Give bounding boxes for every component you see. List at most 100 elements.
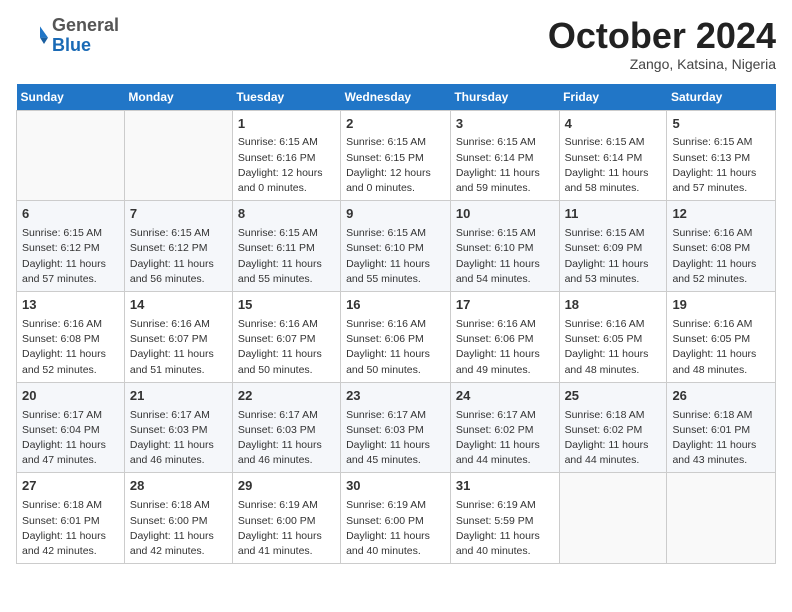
col-wednesday: Wednesday [341,84,451,111]
calendar-week-row: 20 Sunrise: 6:17 AMSunset: 6:04 PMDayligh… [17,382,776,473]
day-info: Sunrise: 6:17 AMSunset: 6:03 PMDaylight:… [130,408,227,469]
day-info: Sunrise: 6:16 AMSunset: 6:05 PMDaylight:… [672,317,770,378]
day-number: 20 [22,387,119,406]
page-header: General Blue October 2024 Zango, Katsina… [16,16,776,72]
day-number: 28 [130,477,227,496]
day-number: 18 [565,296,662,315]
day-info: Sunrise: 6:15 AMSunset: 6:14 PMDaylight:… [565,135,662,196]
day-info: Sunrise: 6:16 AMSunset: 6:05 PMDaylight:… [565,317,662,378]
day-info: Sunrise: 6:16 AMSunset: 6:07 PMDaylight:… [238,317,335,378]
table-row: 25 Sunrise: 6:18 AMSunset: 6:02 PMDayligh… [559,382,667,473]
table-row: 18 Sunrise: 6:16 AMSunset: 6:05 PMDayligh… [559,292,667,383]
table-row: 14 Sunrise: 6:16 AMSunset: 6:07 PMDayligh… [124,292,232,383]
day-number: 6 [22,205,119,224]
col-sunday: Sunday [17,84,125,111]
table-row [559,473,667,564]
col-tuesday: Tuesday [232,84,340,111]
col-thursday: Thursday [450,84,559,111]
table-row: 12 Sunrise: 6:16 AMSunset: 6:08 PMDayligh… [667,201,776,292]
table-row: 5Sunrise: 6:15 AMSunset: 6:13 PMDaylight… [667,110,776,201]
day-number: 8 [238,205,335,224]
calendar-week-row: 27 Sunrise: 6:18 AMSunset: 6:01 PMDayligh… [17,473,776,564]
day-number: 14 [130,296,227,315]
table-row: 21 Sunrise: 6:17 AMSunset: 6:03 PMDayligh… [124,382,232,473]
day-info: Sunrise: 6:15 AMSunset: 6:13 PMDaylight:… [672,135,770,196]
day-info: Sunrise: 6:15 AMSunset: 6:14 PMDaylight:… [456,135,554,196]
day-info: Sunrise: 6:15 AMSunset: 6:12 PMDaylight:… [22,226,119,287]
day-number: 21 [130,387,227,406]
table-row: 29 Sunrise: 6:19 AMSunset: 6:00 PMDayligh… [232,473,340,564]
table-row: 6 Sunrise: 6:15 AMSunset: 6:12 PMDaylight… [17,201,125,292]
day-number: 11 [565,205,662,224]
month-title: October 2024 [548,16,776,56]
table-row [124,110,232,201]
table-row: 4Sunrise: 6:15 AMSunset: 6:14 PMDaylight… [559,110,667,201]
day-number: 12 [672,205,770,224]
day-number: 16 [346,296,445,315]
day-number: 9 [346,205,445,224]
day-info: Sunrise: 6:18 AMSunset: 6:01 PMDaylight:… [22,498,119,559]
day-info: Sunrise: 6:15 AMSunset: 6:15 PMDaylight:… [346,135,445,196]
day-info: Sunrise: 6:16 AMSunset: 6:08 PMDaylight:… [22,317,119,378]
day-info: Sunrise: 6:17 AMSunset: 6:04 PMDaylight:… [22,408,119,469]
table-row: 16 Sunrise: 6:16 AMSunset: 6:06 PMDayligh… [341,292,451,383]
day-number: 19 [672,296,770,315]
table-row: 28 Sunrise: 6:18 AMSunset: 6:00 PMDayligh… [124,473,232,564]
logo: General Blue [16,16,119,56]
logo-blue: Blue [52,35,91,55]
day-info: Sunrise: 6:15 AMSunset: 6:16 PMDaylight:… [238,135,335,196]
day-info: Sunrise: 6:18 AMSunset: 6:01 PMDaylight:… [672,408,770,469]
day-info: Sunrise: 6:18 AMSunset: 6:02 PMDaylight:… [565,408,662,469]
logo-general: General [52,15,119,35]
day-info: Sunrise: 6:19 AMSunset: 6:00 PMDaylight:… [238,498,335,559]
col-friday: Friday [559,84,667,111]
day-info: Sunrise: 6:16 AMSunset: 6:06 PMDaylight:… [346,317,445,378]
day-number: 10 [456,205,554,224]
table-row: 27 Sunrise: 6:18 AMSunset: 6:01 PMDayligh… [17,473,125,564]
table-row: 22 Sunrise: 6:17 AMSunset: 6:03 PMDayligh… [232,382,340,473]
table-row: 13Sunrise: 6:16 AMSunset: 6:08 PMDayligh… [17,292,125,383]
day-number: 17 [456,296,554,315]
day-number: 22 [238,387,335,406]
day-number: 23 [346,387,445,406]
table-row: 19 Sunrise: 6:16 AMSunset: 6:05 PMDayligh… [667,292,776,383]
day-number: 2 [346,115,445,134]
day-number: 27 [22,477,119,496]
day-info: Sunrise: 6:17 AMSunset: 6:03 PMDaylight:… [238,408,335,469]
calendar-week-row: 1Sunrise: 6:15 AMSunset: 6:16 PMDaylight… [17,110,776,201]
day-info: Sunrise: 6:18 AMSunset: 6:00 PMDaylight:… [130,498,227,559]
title-block: October 2024 Zango, Katsina, Nigeria [548,16,776,72]
day-info: Sunrise: 6:15 AMSunset: 6:09 PMDaylight:… [565,226,662,287]
day-info: Sunrise: 6:15 AMSunset: 6:10 PMDaylight:… [346,226,445,287]
table-row: 30 Sunrise: 6:19 AMSunset: 6:00 PMDayligh… [341,473,451,564]
calendar-week-row: 13Sunrise: 6:16 AMSunset: 6:08 PMDayligh… [17,292,776,383]
day-info: Sunrise: 6:15 AMSunset: 6:11 PMDaylight:… [238,226,335,287]
day-number: 4 [565,115,662,134]
day-info: Sunrise: 6:16 AMSunset: 6:06 PMDaylight:… [456,317,554,378]
table-row: 24Sunrise: 6:17 AMSunset: 6:02 PMDayligh… [450,382,559,473]
day-info: Sunrise: 6:15 AMSunset: 6:10 PMDaylight:… [456,226,554,287]
location-subtitle: Zango, Katsina, Nigeria [548,56,776,72]
table-row: 31Sunrise: 6:19 AMSunset: 5:59 PMDayligh… [450,473,559,564]
day-info: Sunrise: 6:16 AMSunset: 6:07 PMDaylight:… [130,317,227,378]
day-info: Sunrise: 6:16 AMSunset: 6:08 PMDaylight:… [672,226,770,287]
day-number: 25 [565,387,662,406]
calendar-table: Sunday Monday Tuesday Wednesday Thursday… [16,84,776,565]
table-row: 10 Sunrise: 6:15 AMSunset: 6:10 PMDayligh… [450,201,559,292]
day-number: 1 [238,115,335,134]
table-row: 2Sunrise: 6:15 AMSunset: 6:15 PMDaylight… [341,110,451,201]
table-row: 1Sunrise: 6:15 AMSunset: 6:16 PMDaylight… [232,110,340,201]
day-number: 31 [456,477,554,496]
calendar-week-row: 6 Sunrise: 6:15 AMSunset: 6:12 PMDaylight… [17,201,776,292]
table-row: 17 Sunrise: 6:16 AMSunset: 6:06 PMDayligh… [450,292,559,383]
day-info: Sunrise: 6:17 AMSunset: 6:02 PMDaylight:… [456,408,554,469]
logo-text: General Blue [52,16,119,56]
table-row: 7Sunrise: 6:15 AMSunset: 6:12 PMDaylight… [124,201,232,292]
day-number: 3 [456,115,554,134]
day-number: 29 [238,477,335,496]
table-row: 9 Sunrise: 6:15 AMSunset: 6:10 PMDaylight… [341,201,451,292]
day-info: Sunrise: 6:19 AMSunset: 6:00 PMDaylight:… [346,498,445,559]
day-number: 30 [346,477,445,496]
col-monday: Monday [124,84,232,111]
logo-icon [16,20,48,52]
